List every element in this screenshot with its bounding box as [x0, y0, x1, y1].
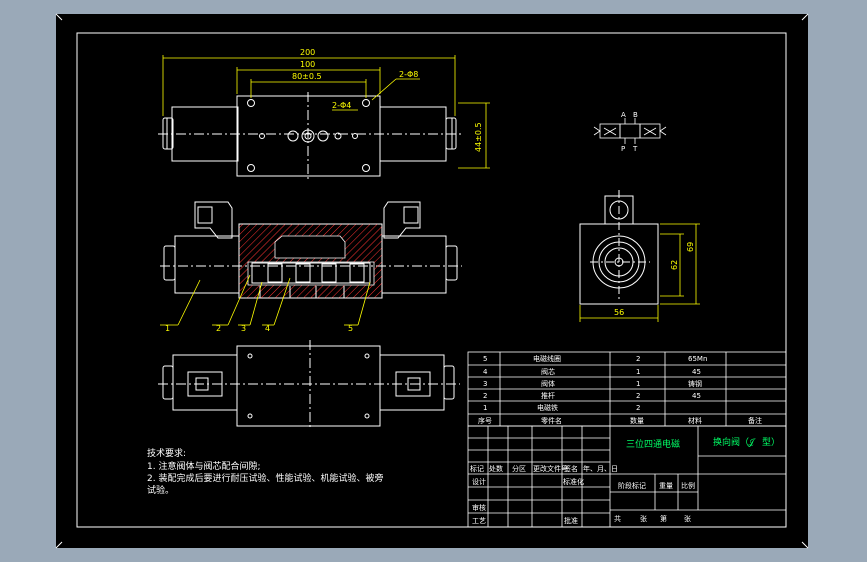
label-sheet-no: 第: [660, 514, 667, 523]
bom-header-qty: 数量: [630, 416, 644, 425]
bom-row-2-qty: 1: [636, 368, 640, 376]
label-sheet-word: 张: [684, 514, 691, 523]
bom-row-4-material: 45: [692, 392, 701, 400]
bom-row-1-material: 65Mn: [688, 355, 707, 363]
balloon-3: 3: [241, 324, 246, 333]
bom-row-2-name: 阀芯: [541, 367, 555, 376]
label-design: 设计: [472, 477, 486, 486]
label-zone: 分区: [512, 464, 526, 473]
drawing-name: 换向阀（: [713, 436, 749, 448]
bom-row-4-name: 推杆: [541, 391, 555, 400]
dim-hole-spacing: 80±0.5: [292, 72, 322, 81]
bom-row-3-material: 铸钢: [688, 379, 702, 388]
dim-bolt-holes: 2-Φ4: [332, 101, 351, 110]
bom-row-2-material: 45: [692, 368, 701, 376]
notes-line-1: 1. 注意阀体与阀芯配合间隙;: [147, 460, 260, 472]
bom-header-note: 备注: [748, 416, 762, 425]
bom-row-1-no: 5: [483, 355, 487, 363]
dim-pin-holes: 2-Φ8: [399, 70, 418, 79]
bom-header-name: 零件名: [541, 416, 562, 425]
port-t-label: T: [632, 145, 638, 153]
label-change-doc: 更改文件号: [533, 464, 568, 473]
cad-drawing-canvas[interactable]: 200 100 80±0.5 2-Φ8 2-Φ4 44±0.5 1 2 3 4 …: [0, 0, 867, 562]
label-scale: 比例: [681, 481, 695, 490]
port-b-label: B: [633, 111, 638, 119]
label-review: 审核: [472, 503, 486, 512]
design-name: 三位四通电磁: [626, 438, 680, 450]
label-weight: 重量: [659, 482, 673, 490]
bom-row-2-no: 4: [483, 368, 488, 376]
bom-row-3-qty: 1: [636, 380, 640, 388]
balloon-4: 4: [265, 324, 270, 333]
bom-row-5-qty: 2: [636, 404, 640, 412]
label-stage-mark: 阶段标记: [618, 481, 646, 490]
dim-body-length: 100: [300, 60, 315, 69]
bom-row-4-qty: 2: [636, 392, 640, 400]
balloon-5: 5: [348, 324, 353, 333]
bom-row-3-name: 阀体: [541, 379, 555, 388]
bom-row-3-no: 3: [483, 380, 487, 388]
balloon-2: 2: [216, 324, 221, 333]
drawing-name-tail: 型）: [762, 437, 780, 448]
dim-side-width: 56: [614, 308, 624, 317]
dim-overall-length: 200: [300, 48, 315, 57]
bom-row-4-no: 2: [483, 392, 487, 400]
bom-header-no: 序号: [478, 416, 492, 425]
bom-row-1-name: 电磁线圈: [533, 354, 561, 363]
label-sheets: 张: [640, 514, 647, 523]
bom-header-material: 材料: [688, 416, 702, 425]
label-total: 共: [614, 514, 621, 523]
label-count: 处数: [489, 464, 503, 473]
label-approve: 批准: [564, 516, 578, 525]
label-date: 年、月、日: [583, 464, 618, 473]
bom-row-1-qty: 2: [636, 355, 640, 363]
port-a-label: A: [621, 111, 626, 119]
notes-title: 技术要求:: [147, 447, 186, 459]
dim-side-height-inner: 62: [670, 260, 679, 270]
label-mark: 标记: [470, 464, 484, 473]
label-sign: 签名: [564, 464, 578, 473]
notes-line-3: 试验。: [147, 484, 174, 496]
bom-row-5-name: 电磁铁: [537, 403, 558, 412]
notes-line-2: 2. 装配完成后要进行耐压试验、性能试验、机能试验、被旁: [147, 472, 383, 484]
bom-row-5-no: 1: [483, 404, 487, 412]
dim-height: 44±0.5: [474, 122, 483, 152]
label-standard: 标准化: [563, 477, 584, 486]
balloon-1: 1: [165, 324, 170, 333]
dim-side-height-outer: 69: [686, 242, 695, 252]
label-craft: 工艺: [472, 517, 486, 525]
port-p-label: P: [621, 145, 625, 153]
